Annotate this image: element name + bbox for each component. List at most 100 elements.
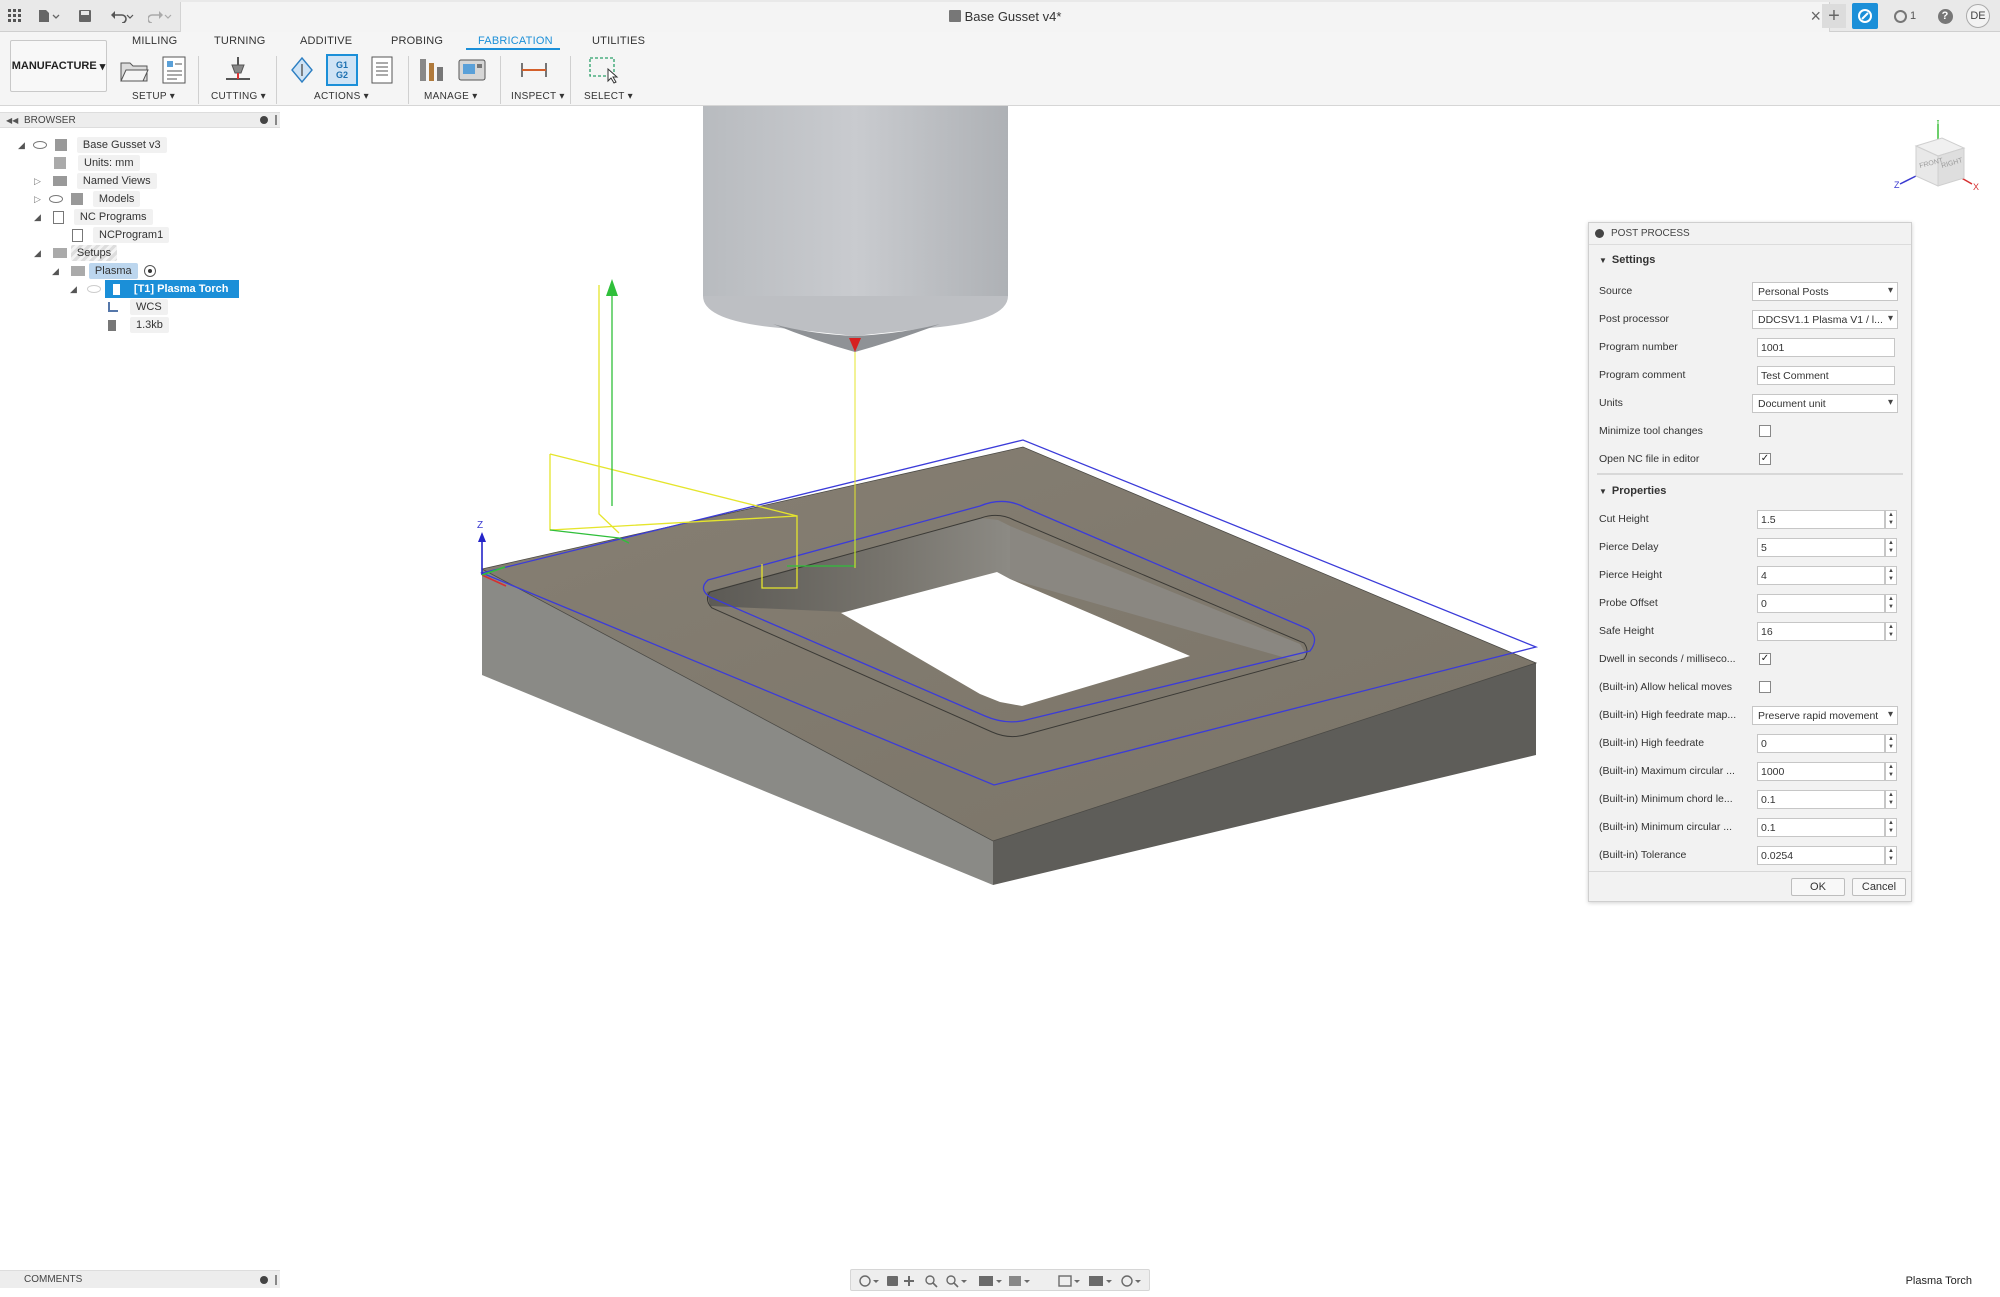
expand-triangle-icon[interactable]: ◢ — [70, 284, 77, 295]
tree-item-wcs[interactable]: WCS — [108, 298, 168, 316]
expand-triangle-icon[interactable]: ◢ — [34, 248, 41, 259]
inspect-group-label[interactable]: INSPECT ▾ — [511, 91, 565, 102]
dwell-checkbox[interactable]: ✓ — [1759, 653, 1771, 665]
max-circular-spinner[interactable]: ▲ ▼ — [1885, 762, 1897, 781]
cut-height-input[interactable]: 1.5 — [1757, 510, 1885, 529]
probe-offset-spinner[interactable]: ▲ ▼ — [1885, 594, 1897, 613]
tree-item-ncprogram1[interactable]: NCProgram1 — [72, 226, 170, 244]
save-icon[interactable] — [76, 6, 94, 26]
properties-section-header[interactable]: ▼ Properties — [1599, 485, 1666, 497]
dialog-header[interactable]: POST PROCESS — [1589, 223, 1911, 245]
tolerance-spinner[interactable]: ▲ ▼ — [1885, 846, 1897, 865]
actions-group-label[interactable]: ACTIONS ▾ — [314, 91, 369, 102]
browser-resize-handle[interactable] — [275, 115, 277, 125]
ok-button[interactable]: OK — [1791, 878, 1845, 896]
setup-group-label[interactable]: SETUP ▾ — [132, 91, 175, 102]
notifications-icon[interactable]: 1 — [1888, 6, 1922, 26]
high-feedrate-input[interactable]: 0 — [1757, 734, 1885, 753]
cutting-group-label[interactable]: CUTTING ▾ — [211, 91, 266, 102]
tree-item-toolpath-size[interactable]: 1.3kb — [108, 316, 169, 334]
simulate-icon[interactable] — [286, 54, 318, 86]
zoom-window-icon[interactable] — [946, 1275, 967, 1288]
comments-panel[interactable]: COMMENTS — [0, 1270, 280, 1288]
close-tab-icon[interactable]: × — [1810, 6, 1821, 27]
post-processor-dropdown[interactable]: DDCSV1.1 Plasma V1 / l... — [1752, 310, 1898, 329]
workspace-switcher[interactable]: MANUFACTURE ▾ — [10, 40, 107, 92]
pierce-height-spinner[interactable]: ▲ ▼ — [1885, 566, 1897, 585]
new-folder-icon[interactable] — [118, 54, 150, 86]
tab-fabrication[interactable]: FABRICATION — [478, 35, 553, 47]
setup-sheet-doc-icon[interactable] — [366, 54, 398, 86]
operation-selected-row[interactable]: [T1] Plasma Torch — [104, 280, 239, 298]
min-circular-spinner[interactable]: ▲ ▼ — [1885, 818, 1897, 837]
visual-style-icon[interactable] — [1009, 1276, 1030, 1286]
expand-triangle-icon[interactable]: ◢ — [18, 140, 25, 151]
tree-item-plasma-torch-op[interactable]: ◢ [T1] Plasma Torch — [70, 280, 239, 298]
minimize-tool-changes-checkbox[interactable] — [1759, 425, 1771, 437]
tree-item-setups[interactable]: ◢ Setups — [34, 244, 118, 262]
safe-height-spinner[interactable]: ▲ ▼ — [1885, 622, 1897, 641]
browser-pin-icon[interactable] — [260, 116, 268, 124]
expand-triangle-icon[interactable]: ◢ — [52, 266, 59, 277]
open-nc-file-checkbox[interactable]: ✓ — [1759, 453, 1771, 465]
comments-pin-icon[interactable] — [260, 1276, 268, 1284]
tolerance-input[interactable]: 0.0254 — [1757, 846, 1885, 865]
pierce-delay-spinner[interactable]: ▲ ▼ — [1885, 538, 1897, 557]
cancel-button[interactable]: Cancel — [1852, 878, 1906, 896]
tree-item-root[interactable]: ◢ Base Gusset v3 — [18, 136, 167, 154]
max-circular-input[interactable]: 1000 — [1757, 762, 1885, 781]
redo-icon[interactable] — [146, 6, 174, 26]
help-icon[interactable]: ? — [1936, 6, 1954, 26]
expand-triangle-icon[interactable]: ◢ — [34, 212, 41, 223]
view-cube[interactable]: FRONT RIGHT Y Z X — [1894, 116, 1980, 210]
tab-probing[interactable]: PROBING — [391, 35, 443, 47]
safe-height-input[interactable]: 16 — [1757, 622, 1885, 641]
user-avatar[interactable]: DE — [1966, 4, 1990, 28]
select-window-icon[interactable] — [588, 54, 620, 86]
zoom-icon[interactable] — [925, 1275, 938, 1288]
app-grid-icon[interactable] — [6, 6, 24, 26]
expand-triangle-icon[interactable]: ▷ — [34, 176, 41, 187]
tree-item-plasma-setup[interactable]: ◢ Plasma — [52, 262, 156, 280]
tab-milling[interactable]: MILLING — [132, 35, 177, 47]
settings-section-header[interactable]: ▼ Settings — [1599, 254, 1655, 266]
pierce-delay-input[interactable]: 5 — [1757, 538, 1885, 557]
tree-item-named-views[interactable]: ▷ Named Views — [34, 172, 157, 190]
viewports-icon[interactable] — [1089, 1276, 1112, 1286]
visibility-eye-icon[interactable] — [32, 141, 47, 149]
new-tab-icon[interactable]: + — [1822, 4, 1846, 28]
min-circular-input[interactable]: 0.1 — [1757, 818, 1885, 837]
visibility-eye-icon[interactable] — [48, 195, 63, 203]
source-dropdown[interactable]: Personal Posts — [1752, 282, 1898, 301]
high-feedrate-mapping-dropdown[interactable]: Preserve rapid movement — [1752, 706, 1898, 725]
display-settings-icon[interactable] — [979, 1276, 1002, 1286]
post-process-icon[interactable]: G1 G2 — [326, 54, 358, 86]
orbit-icon[interactable] — [859, 1275, 879, 1287]
tab-utilities[interactable]: UTILITIES — [592, 35, 645, 47]
cutting-torch-icon[interactable] — [222, 54, 254, 86]
tree-item-nc-programs[interactable]: ◢ NC Programs — [34, 208, 153, 226]
select-group-label[interactable]: SELECT ▾ — [584, 91, 633, 102]
dialog-collapse-icon[interactable] — [1595, 229, 1604, 238]
refresh-icon[interactable] — [1121, 1275, 1141, 1287]
expand-triangle-icon[interactable]: ▷ — [34, 194, 41, 205]
pan-icon[interactable] — [904, 1276, 914, 1286]
hidden-eye-icon[interactable] — [86, 285, 101, 293]
min-chord-spinner[interactable]: ▲ ▼ — [1885, 790, 1897, 809]
active-setup-radio-icon[interactable] — [143, 265, 156, 277]
comments-resize-handle[interactable] — [275, 1275, 277, 1285]
tab-turning[interactable]: TURNING — [214, 35, 266, 47]
tool-library-icon[interactable] — [416, 54, 448, 86]
cut-height-spinner[interactable]: ▲ ▼ — [1885, 510, 1897, 529]
high-feedrate-spinner[interactable]: ▲ ▼ — [1885, 734, 1897, 753]
document-tab[interactable]: Base Gusset v4* × — [180, 2, 1830, 32]
measure-icon[interactable] — [518, 54, 550, 86]
pierce-height-input[interactable]: 4 — [1757, 566, 1885, 585]
manage-group-label[interactable]: MANAGE ▾ — [424, 91, 478, 102]
program-number-input[interactable]: 1001 — [1757, 338, 1895, 357]
collapse-panel-icon[interactable]: ◀◀ — [6, 116, 18, 125]
machine-library-icon[interactable] — [456, 54, 488, 86]
look-at-icon[interactable] — [887, 1276, 898, 1286]
grid-settings-icon[interactable] — [1058, 1275, 1080, 1287]
tree-item-models[interactable]: ▷ Models — [34, 190, 141, 208]
